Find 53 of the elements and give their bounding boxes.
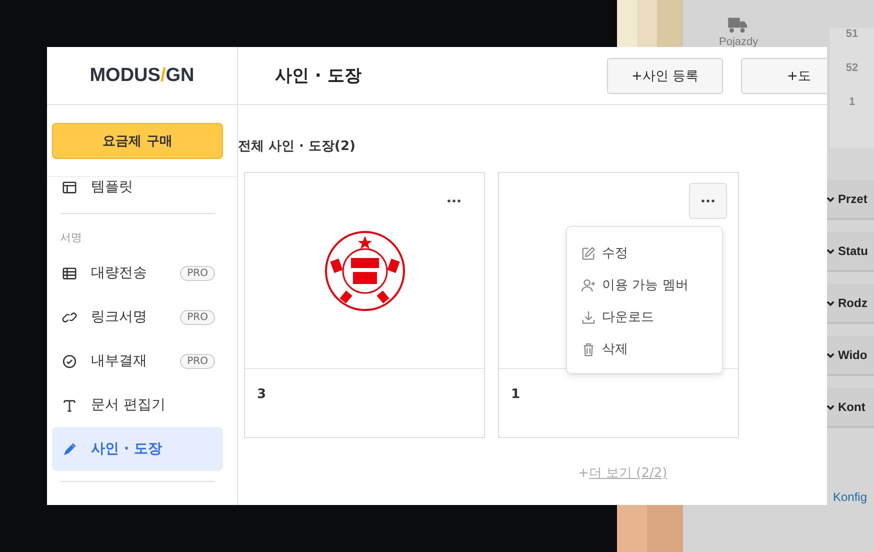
- menu-item[interactable]: 삭제: [581, 339, 722, 359]
- check-circle-icon: [62, 354, 77, 368]
- sidebar-item[interactable]: 링크서명 PRO: [52, 295, 223, 339]
- menu-item[interactable]: 다운로드: [581, 307, 722, 327]
- pen-icon: [62, 442, 77, 456]
- signature-card[interactable]: 1 수정 이용 가능 멤버 다운로드 삭제: [498, 172, 739, 438]
- chevron-down-icon: [826, 194, 835, 204]
- pro-badge: PRO: [180, 354, 215, 368]
- more-button[interactable]: [689, 183, 727, 219]
- more-icon: [447, 199, 461, 203]
- sidebar-item[interactable]: 문서 편집기: [52, 383, 223, 427]
- count-text: 52: [846, 62, 858, 74]
- more-icon: [701, 199, 715, 203]
- menu-item[interactable]: 수정: [581, 243, 722, 263]
- edit-icon: [581, 246, 596, 260]
- pro-badge: PRO: [180, 266, 215, 280]
- download-icon: [581, 310, 596, 324]
- count-text: 1: [848, 96, 856, 108]
- section-title: Rodz: [838, 296, 868, 310]
- logo: MODUS/GN: [90, 64, 194, 86]
- section-title: Wido: [838, 348, 868, 362]
- section-heading: 서명: [59, 230, 83, 245]
- sidebar-item[interactable]: 내부결재 PRO: [52, 339, 223, 383]
- sidebar-item[interactable]: 사인 · 도장: [52, 427, 223, 471]
- count-text: 51: [846, 28, 858, 40]
- chevron-down-icon: [826, 402, 835, 412]
- menu-item[interactable]: 이용 가능 멤버: [581, 275, 722, 295]
- add-button[interactable]: +사인 등록: [607, 58, 723, 94]
- add-member-icon: [581, 278, 596, 292]
- sidebar-item[interactable]: 템플릿: [52, 177, 223, 197]
- config-link[interactable]: Konfig: [833, 490, 868, 504]
- signature-card[interactable]: 3: [244, 172, 485, 438]
- text-icon: [62, 398, 77, 412]
- truck-icon: [727, 16, 749, 34]
- card-title: 1: [511, 387, 520, 402]
- sidebar-item[interactable]: 대량전송 PRO: [52, 251, 223, 295]
- link-icon: [62, 310, 77, 324]
- trash-icon: [581, 342, 596, 356]
- pro-badge: PRO: [180, 310, 215, 324]
- page-title: 사인 · 도장: [275, 65, 362, 87]
- table-icon: [62, 266, 77, 280]
- section-heading: 전체 사인 · 도장(2): [238, 138, 356, 155]
- purchase-button[interactable]: 요금제 구매: [52, 123, 223, 159]
- section-title: Statu: [838, 244, 868, 258]
- chevron-down-icon: [826, 350, 835, 360]
- chevron-down-icon: [826, 246, 835, 256]
- add-button[interactable]: +도: [741, 58, 827, 94]
- chevron-down-icon: [826, 298, 835, 308]
- section-title: Przet: [838, 192, 868, 206]
- section-title: Kont: [838, 400, 866, 414]
- vehicles-label: Pojazdy: [719, 36, 758, 48]
- card-title: 3: [257, 387, 266, 402]
- template-icon: [62, 180, 77, 194]
